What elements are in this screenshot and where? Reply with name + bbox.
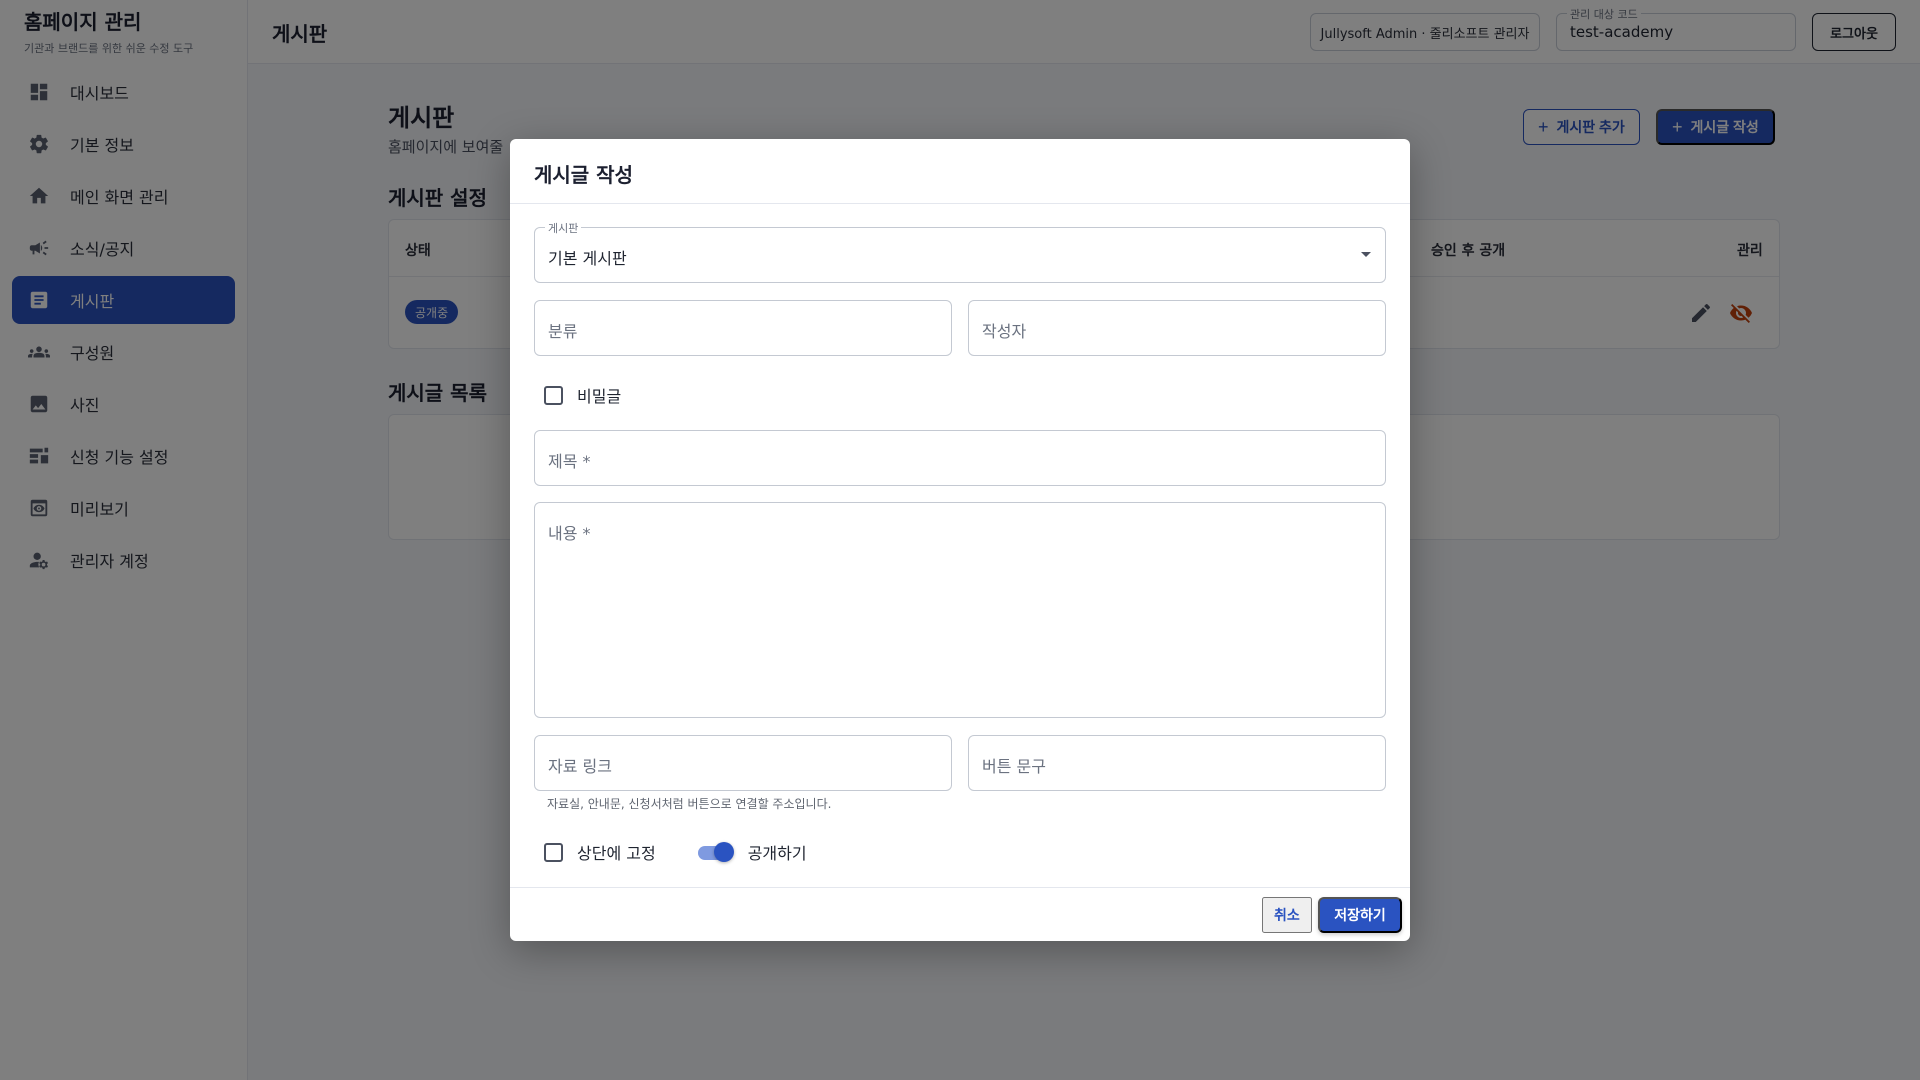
author-field[interactable]: 작성자 (968, 300, 1386, 356)
resource-link-placeholder: 자료 링크 (548, 757, 612, 776)
board-select-label: 게시판 (545, 220, 582, 236)
board-select[interactable]: 게시판 기본 게시판 (534, 220, 1386, 283)
resource-link-field[interactable]: 자료 링크 (534, 735, 952, 791)
resource-link-helper: 자료실, 안내문, 신청서처럼 버튼으로 연결할 주소입니다. (547, 797, 832, 811)
board-select-value: 기본 게시판 (548, 249, 627, 268)
dialog-footer-divider (510, 887, 1410, 888)
title-field[interactable]: 제목 * (534, 430, 1386, 486)
content-placeholder: 내용 * (548, 524, 591, 543)
title-placeholder: 제목 * (548, 452, 591, 471)
checkbox-icon[interactable] (544, 385, 563, 405)
toggle-thumb (713, 842, 734, 862)
secret-post-label: 비밀글 (577, 387, 622, 406)
checkbox-icon[interactable] (544, 842, 563, 862)
author-placeholder: 작성자 (982, 322, 1027, 341)
content-textarea[interactable]: 내용 * (534, 502, 1386, 718)
public-toggle-label: 공개하기 (747, 844, 807, 863)
pin-top-checkbox[interactable]: 상단에 고정 공개하기 (544, 840, 807, 864)
dropdown-arrow-icon (1361, 252, 1371, 257)
dialog-header-divider (510, 203, 1410, 204)
button-text-placeholder: 버튼 문구 (982, 757, 1046, 776)
secret-post-checkbox[interactable]: 비밀글 (544, 383, 621, 407)
cancel-button[interactable]: 취소 (1262, 897, 1312, 933)
dialog-title: 게시글 작성 (534, 163, 633, 187)
public-toggle[interactable] (696, 842, 734, 862)
button-text-field[interactable]: 버튼 문구 (968, 735, 1386, 791)
category-field[interactable]: 분류 (534, 300, 952, 356)
category-placeholder: 분류 (548, 322, 578, 341)
pin-top-label: 상단에 고정 (577, 844, 656, 863)
write-post-dialog: 게시글 작성 게시판 기본 게시판 분류 작성자 비밀글 제목 * 내용 * 자… (510, 139, 1410, 941)
save-button[interactable]: 저장하기 (1318, 897, 1402, 933)
